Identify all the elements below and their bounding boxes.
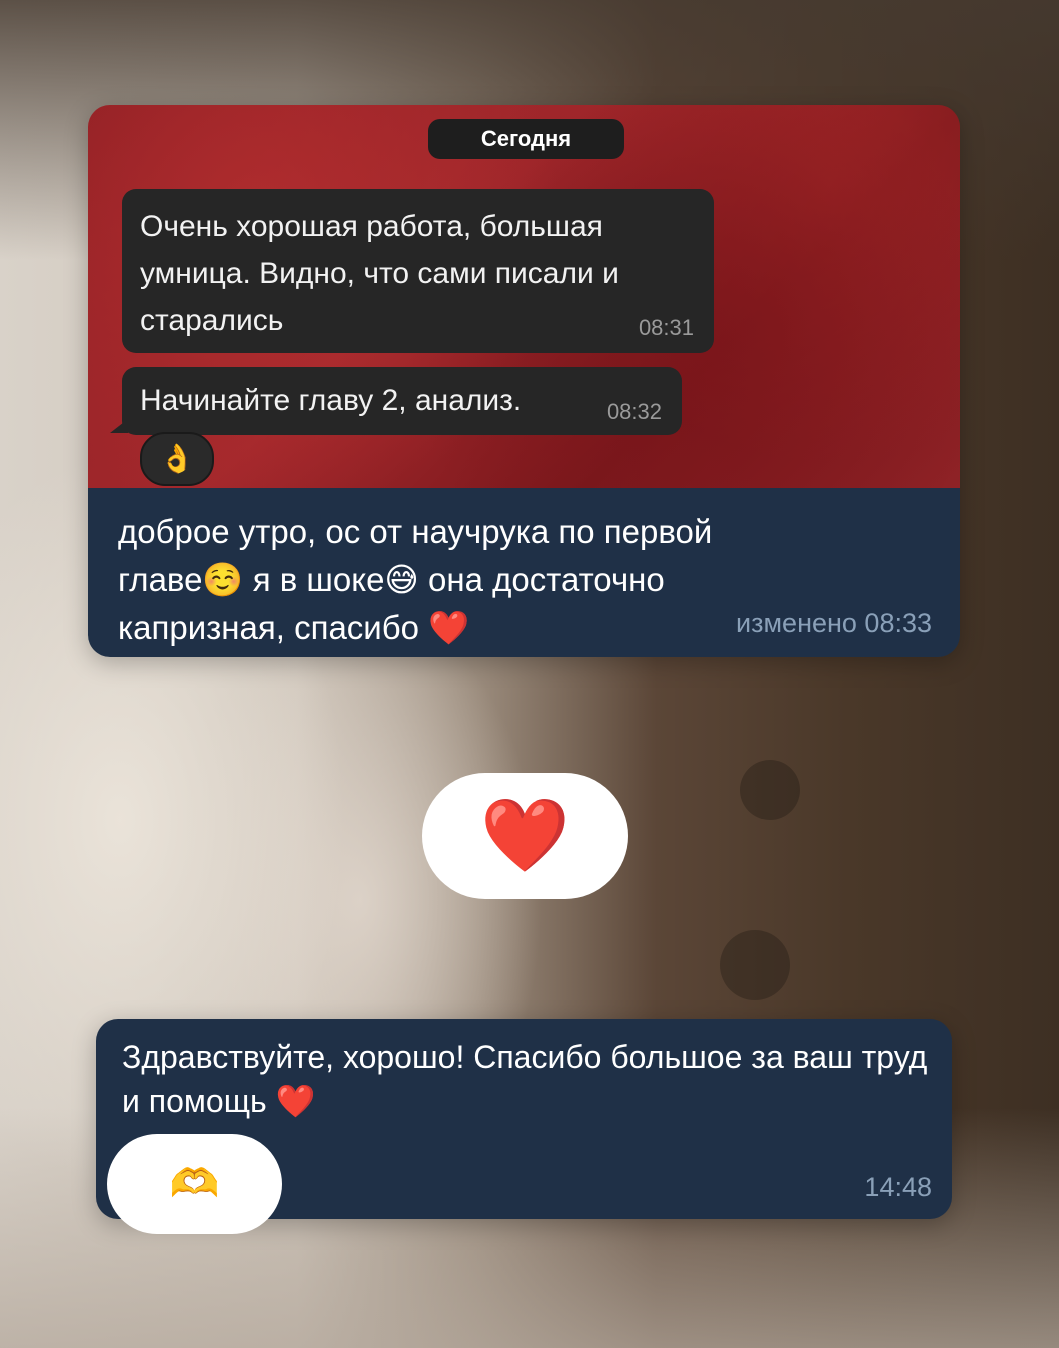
message-time: 14:48 [864,1172,932,1202]
date-separator: Сегодня [428,119,624,159]
background-blob [720,930,790,1000]
background-blob [740,760,800,820]
heart-hands-reaction[interactable]: 🫶 [107,1134,282,1234]
message-text: Здравствуйте, хорошо! Спасибо большое за… [122,1039,928,1119]
message-bubble[interactable]: Начинайте главу 2, анализ. 08:32 [122,367,682,435]
quoted-screenshot: Сегодня Очень хорошая работа, большая ум… [88,105,960,488]
bubble-tail [110,419,128,433]
message-text: Очень хорошая работа, большая умница. Ви… [140,210,619,337]
ok-hand-reaction[interactable]: 👌 [140,432,214,486]
reply-card: Сегодня Очень хорошая работа, большая ум… [88,105,960,657]
edited-timestamp: изменено 08:33 [736,608,932,638]
reply-text: доброе утро, ос от научрука по первой гл… [118,513,713,646]
heart-reaction[interactable]: ❤️ [422,773,628,899]
message-time: 08:31 [638,315,694,340]
reply-bubble[interactable]: доброе утро, ос от научрука по первой гл… [88,488,960,657]
message-bubble[interactable]: Очень хорошая работа, большая умница. Ви… [122,189,714,353]
message-text: Начинайте главу 2, анализ. [140,384,522,417]
message-time: 08:32 [606,399,662,424]
